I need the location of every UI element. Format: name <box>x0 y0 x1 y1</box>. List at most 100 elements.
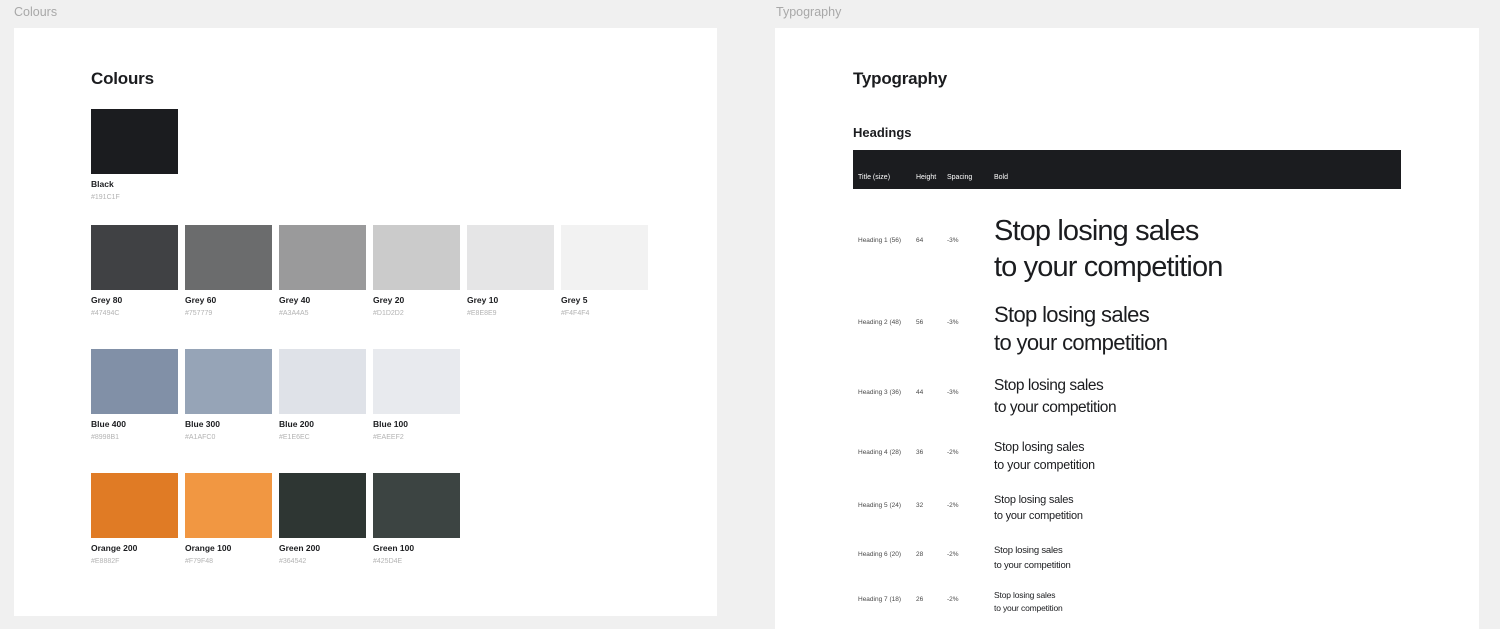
row-height: 44 <box>916 389 924 396</box>
heading-sample-line-2: to your competition <box>994 399 1117 416</box>
heading-sample: Stop losing sales to your competition <box>994 438 1095 474</box>
colour-swatch[interactable]: Orange 200 #E8882F <box>91 473 178 566</box>
swatch-chip <box>279 473 366 538</box>
header-spacing: Spacing <box>947 174 973 181</box>
colour-swatch[interactable]: Green 100 #425D4E <box>373 473 460 566</box>
row-title: Heading 2 (48) <box>858 319 901 326</box>
row-height: 26 <box>916 596 924 603</box>
row-spacing: -2% <box>947 551 959 558</box>
swatch-chip <box>91 473 178 538</box>
heading-sample-line-2: to your competition <box>994 330 1168 355</box>
swatch-chip <box>91 225 178 290</box>
swatch-hex: #425D4E <box>373 558 403 565</box>
swatch-hex: #F4F4F4 <box>561 310 590 317</box>
swatch-chip <box>467 225 554 290</box>
swatch-hex: #E8E8E9 <box>467 310 497 317</box>
typography-frame-label[interactable]: Typography <box>776 5 841 19</box>
row-title: Heading 7 (18) <box>858 596 901 603</box>
swatch-name: Green 200 <box>279 543 321 553</box>
swatch-chip <box>185 349 272 414</box>
colour-swatch[interactable]: Grey 80 #47494C <box>91 225 178 318</box>
swatch-hex: #F79F48 <box>185 558 214 565</box>
swatch-name: Grey 5 <box>561 295 588 305</box>
swatch-hex: #757779 <box>185 310 213 317</box>
header-height: Height <box>916 174 937 181</box>
colour-swatch[interactable]: Grey 40 #A3A4A5 <box>279 225 366 318</box>
row-title: Heading 1 (56) <box>858 237 901 244</box>
colour-swatch[interactable]: Blue 200 #E1E6EC <box>279 349 366 442</box>
swatch-hex: #191C1F <box>91 194 120 201</box>
swatch-group: Orange 200 #E8882F Orange 100 #F79F48 Green … <box>91 473 460 566</box>
swatch-chip <box>185 473 272 538</box>
headings-title: Headings <box>853 125 912 140</box>
colour-swatch[interactable]: Grey 10 #E8E8E9 <box>467 225 554 318</box>
swatch-name: Grey 20 <box>373 295 405 305</box>
heading-sample-line-2: to your competition <box>994 560 1071 571</box>
row-spacing: -3% <box>947 237 959 244</box>
swatch-name: Blue 100 <box>373 419 408 429</box>
swatch-chip <box>373 473 460 538</box>
colour-swatch[interactable]: Blue 400 #8998B1 <box>91 349 178 442</box>
heading-sample-line-1: Stop losing sales <box>994 440 1085 454</box>
colours-frame-label[interactable]: Colours <box>14 5 57 19</box>
row-title: Heading 3 (36) <box>858 389 901 396</box>
heading-sample: Stop losing sales to your competition <box>994 375 1117 419</box>
swatch-chip <box>373 349 460 414</box>
swatch-hex: #A1AFC0 <box>185 434 216 441</box>
swatch-hex: #E8882F <box>91 558 120 565</box>
colour-swatch[interactable]: Blue 300 #A1AFC0 <box>185 349 272 442</box>
swatch-name: Grey 40 <box>279 295 311 305</box>
row-height: 56 <box>916 319 924 326</box>
type-table-header: Title (size) Height Spacing Bold <box>853 150 1401 189</box>
swatch-name: Green 100 <box>373 543 415 553</box>
heading-sample-line-1: Stop losing sales <box>994 494 1074 506</box>
colour-swatch[interactable]: Blue 100 #EAEEF2 <box>373 349 460 442</box>
heading-sample: Stop losing sales to your competition <box>994 301 1168 357</box>
swatch-group: Grey 80 #47494C Grey 60 #757779 Grey 40 #A3A4… <box>91 225 648 318</box>
swatch-name: Blue 200 <box>279 419 314 429</box>
row-title: Heading 6 (20) <box>858 551 901 558</box>
swatch-chip <box>91 109 178 174</box>
heading-sample: Stop losing sales to your competition <box>994 213 1223 285</box>
heading-sample: Stop losing sales to your competition <box>994 492 1083 524</box>
swatch-hex: #A3A4A5 <box>279 310 309 317</box>
heading-sample: Stop losing sales to your competition <box>994 589 1063 615</box>
row-height: 28 <box>916 551 924 558</box>
row-spacing: -3% <box>947 319 959 326</box>
colour-swatch[interactable]: Orange 100 #F79F48 <box>185 473 272 566</box>
heading-sample-line-1: Stop losing sales <box>994 545 1063 556</box>
heading-sample-line-1: Stop losing sales <box>994 215 1199 247</box>
swatch-name: Grey 80 <box>91 295 123 305</box>
heading-sample-line-1: Stop losing sales <box>994 590 1056 600</box>
row-title: Heading 4 (28) <box>858 449 901 456</box>
colours-frame[interactable]: Colours Black #191C1F Grey 80 #47494C Grey 6… <box>14 28 717 616</box>
typography-frame[interactable]: Typography Headings Title (size) Height … <box>775 28 1479 629</box>
colour-swatch[interactable]: Green 200 #364542 <box>279 473 366 566</box>
row-spacing: -2% <box>947 449 959 456</box>
swatch-name: Orange 200 <box>91 543 138 553</box>
colour-swatch[interactable]: Grey 20 #D1D2D2 <box>373 225 460 318</box>
row-height: 36 <box>916 449 924 456</box>
colour-swatch[interactable]: Grey 5 #F4F4F4 <box>561 225 648 318</box>
heading-sample-line-2: to your competition <box>994 510 1083 522</box>
heading-sample-line-1: Stop losing sales <box>994 377 1104 394</box>
swatch-hex: #D1D2D2 <box>373 310 404 317</box>
heading-sample-line-2: to your competition <box>994 251 1223 283</box>
row-spacing: -2% <box>947 502 959 509</box>
colour-swatch[interactable]: Grey 60 #757779 <box>185 225 272 318</box>
heading-sample: Stop losing sales to your competition <box>994 543 1071 573</box>
swatch-name: Black <box>91 179 114 189</box>
swatch-name: Grey 60 <box>185 295 217 305</box>
swatch-name: Grey 10 <box>467 295 499 305</box>
swatch-hex: #8998B1 <box>91 434 120 441</box>
swatch-chip <box>279 225 366 290</box>
row-height: 64 <box>916 237 924 244</box>
colour-swatch[interactable]: Black #191C1F <box>91 109 178 202</box>
row-title: Heading 5 (24) <box>858 502 901 509</box>
swatch-hex: #47494C <box>91 310 120 317</box>
swatch-hex: #364542 <box>279 558 307 565</box>
swatch-name: Blue 400 <box>91 419 126 429</box>
swatch-chip <box>561 225 648 290</box>
typography-title: Typography <box>853 69 948 88</box>
swatch-hex: #EAEEF2 <box>373 434 404 441</box>
